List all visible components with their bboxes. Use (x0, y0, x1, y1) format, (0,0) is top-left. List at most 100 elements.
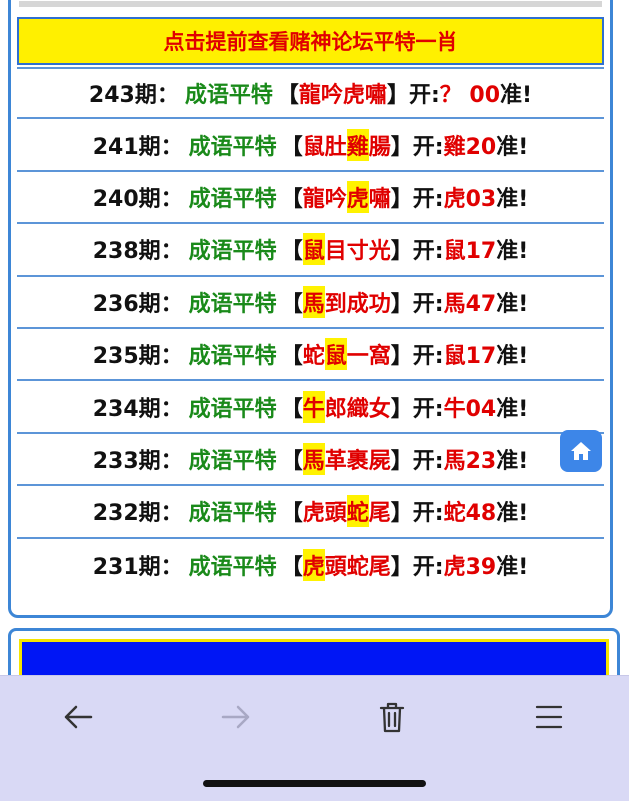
idiom-char: 一 (346, 344, 369, 370)
open-label: 开: (412, 501, 444, 527)
open-label: 开: (412, 554, 444, 580)
menu-icon (535, 705, 563, 729)
result-value: 蛇48 (443, 501, 497, 527)
category-label: 成语平特 (188, 134, 277, 160)
open-bracket: 【 (276, 83, 299, 109)
open-label: 开: (412, 291, 444, 317)
accurate-label: 准! (496, 186, 529, 212)
period-label: 232期： (92, 501, 183, 527)
category-label: 成语平特 (188, 396, 277, 422)
close-bracket: 】 (390, 344, 413, 370)
period-label: 235期： (92, 344, 183, 370)
category-label: 成语平特 (188, 239, 277, 265)
record-row: 236期： 成语平特【馬到成功】开: 馬47 准! (17, 276, 604, 329)
idiom-char: 頭 (324, 554, 347, 580)
record-panel: 点击提前查看赌神论坛平特一肖 243期： 成语平特【龍吟虎嘯】开:？ 00 准! 24… (8, 0, 613, 618)
back-button[interactable] (48, 694, 108, 740)
delete-button[interactable] (362, 694, 422, 740)
result-value: 牛04 (443, 396, 497, 422)
idiom-char: 吟 (320, 83, 343, 109)
home-button[interactable] (560, 430, 602, 472)
idiom-char: 肚 (324, 134, 347, 160)
idiom-char: 腸 (368, 134, 391, 160)
close-bracket: 】 (390, 239, 413, 265)
idiom-char: 嘯 (368, 186, 391, 212)
close-bracket: 】 (390, 448, 413, 474)
accurate-label: 准! (496, 501, 529, 527)
records-list: 243期： 成语平特【龍吟虎嘯】开:？ 00 准! 241期： 成语平特【鼠肚雞腸】开:… (17, 67, 604, 591)
idiom-char-highlighted: 雞 (346, 128, 369, 161)
idiom-char: 功 (368, 291, 391, 317)
open-bracket: 【 (280, 554, 303, 580)
open-label: 开: (412, 396, 444, 422)
forward-button[interactable] (206, 694, 266, 740)
close-bracket: 】 (390, 291, 413, 317)
arrow-right-icon (221, 705, 250, 729)
idiom-char: 鼠 (302, 134, 325, 160)
open-bracket: 【 (280, 291, 303, 317)
close-bracket: 】 (390, 134, 413, 160)
period-label: 233期： (92, 448, 183, 474)
idiom-char-highlighted: 牛 (302, 390, 325, 423)
idiom-char: 光 (368, 239, 391, 265)
idiom-char: 尾 (368, 501, 391, 527)
category-label: 成语平特 (188, 186, 277, 212)
period-label: 236期： (92, 291, 183, 317)
open-label: 开: (412, 239, 444, 265)
idiom-char: 尾 (368, 554, 391, 580)
top-divider (19, 1, 602, 7)
close-bracket: 】 (390, 501, 413, 527)
accurate-label: 准! (496, 291, 529, 317)
open-label: 开: (412, 186, 444, 212)
period-label: 231期： (92, 554, 183, 580)
record-row: 240期： 成语平特【龍吟虎嘯】开: 虎03 准! (17, 171, 604, 225)
idiom-char-highlighted: 鼠 (324, 338, 347, 371)
home-icon (571, 442, 591, 460)
period-label: 238期： (92, 239, 183, 265)
result-value: 虎39 (443, 554, 497, 580)
idiom-char: 虎 (302, 501, 325, 527)
category-label: 成语平特 (188, 344, 277, 370)
result-value: 雞20 (443, 134, 497, 160)
idiom-char-highlighted: 虎 (346, 180, 369, 213)
idiom-char: 嘯 (364, 83, 387, 109)
idiom-char: 織 (346, 396, 369, 422)
idiom-char-highlighted: 馬 (302, 285, 325, 318)
category-label: 成语平特 (184, 83, 273, 109)
idiom-char: 蛇 (302, 344, 325, 370)
record-row: 231期： 成语平特【虎頭蛇尾】开: 虎39 准! (17, 538, 604, 591)
idiom-char: 蛇 (346, 554, 369, 580)
open-bracket: 【 (280, 134, 303, 160)
record-row: 241期： 成语平特【鼠肚雞腸】开: 雞20 准! (17, 119, 604, 172)
open-bracket: 【 (280, 344, 303, 370)
trash-icon (379, 702, 405, 733)
accurate-label: 准! (496, 554, 529, 580)
record-row: 233期： 成语平特【馬革裹屍】开: 馬23 准! (17, 433, 604, 487)
category-label: 成语平特 (188, 501, 277, 527)
record-row: 234期： 成语平特【牛郎織女】开: 牛04 准! (17, 381, 604, 434)
banner-text: 点击提前查看赌神论坛平特一肖 (163, 30, 458, 54)
idiom-char: 龍 (298, 83, 321, 109)
category-label: 成语平特 (188, 291, 277, 317)
idiom-char-highlighted: 馬 (302, 442, 325, 475)
period-label: 240期： (92, 186, 183, 212)
accurate-label: 准! (500, 83, 533, 109)
idiom-char: 虎 (342, 83, 365, 109)
open-label: 开: (412, 134, 444, 160)
idiom-char-highlighted: 虎 (302, 548, 325, 581)
idiom-char: 寸 (346, 239, 369, 265)
accurate-label: 准! (496, 344, 529, 370)
menu-button[interactable] (519, 694, 579, 740)
accurate-label: 准! (496, 134, 529, 160)
result-value: 虎03 (443, 186, 497, 212)
idiom-char: 女 (368, 396, 391, 422)
open-bracket: 【 (280, 448, 303, 474)
idiom-char: 頭 (324, 501, 347, 527)
idiom-char: 革 (324, 448, 347, 474)
result-value: 馬23 (443, 448, 497, 474)
accurate-label: 准! (496, 448, 529, 474)
open-label: 开: (412, 344, 444, 370)
period-label: 243期： (88, 83, 179, 109)
preview-banner-link[interactable]: 点击提前查看赌神论坛平特一肖 (17, 17, 604, 65)
result-value: 鼠17 (443, 239, 497, 265)
